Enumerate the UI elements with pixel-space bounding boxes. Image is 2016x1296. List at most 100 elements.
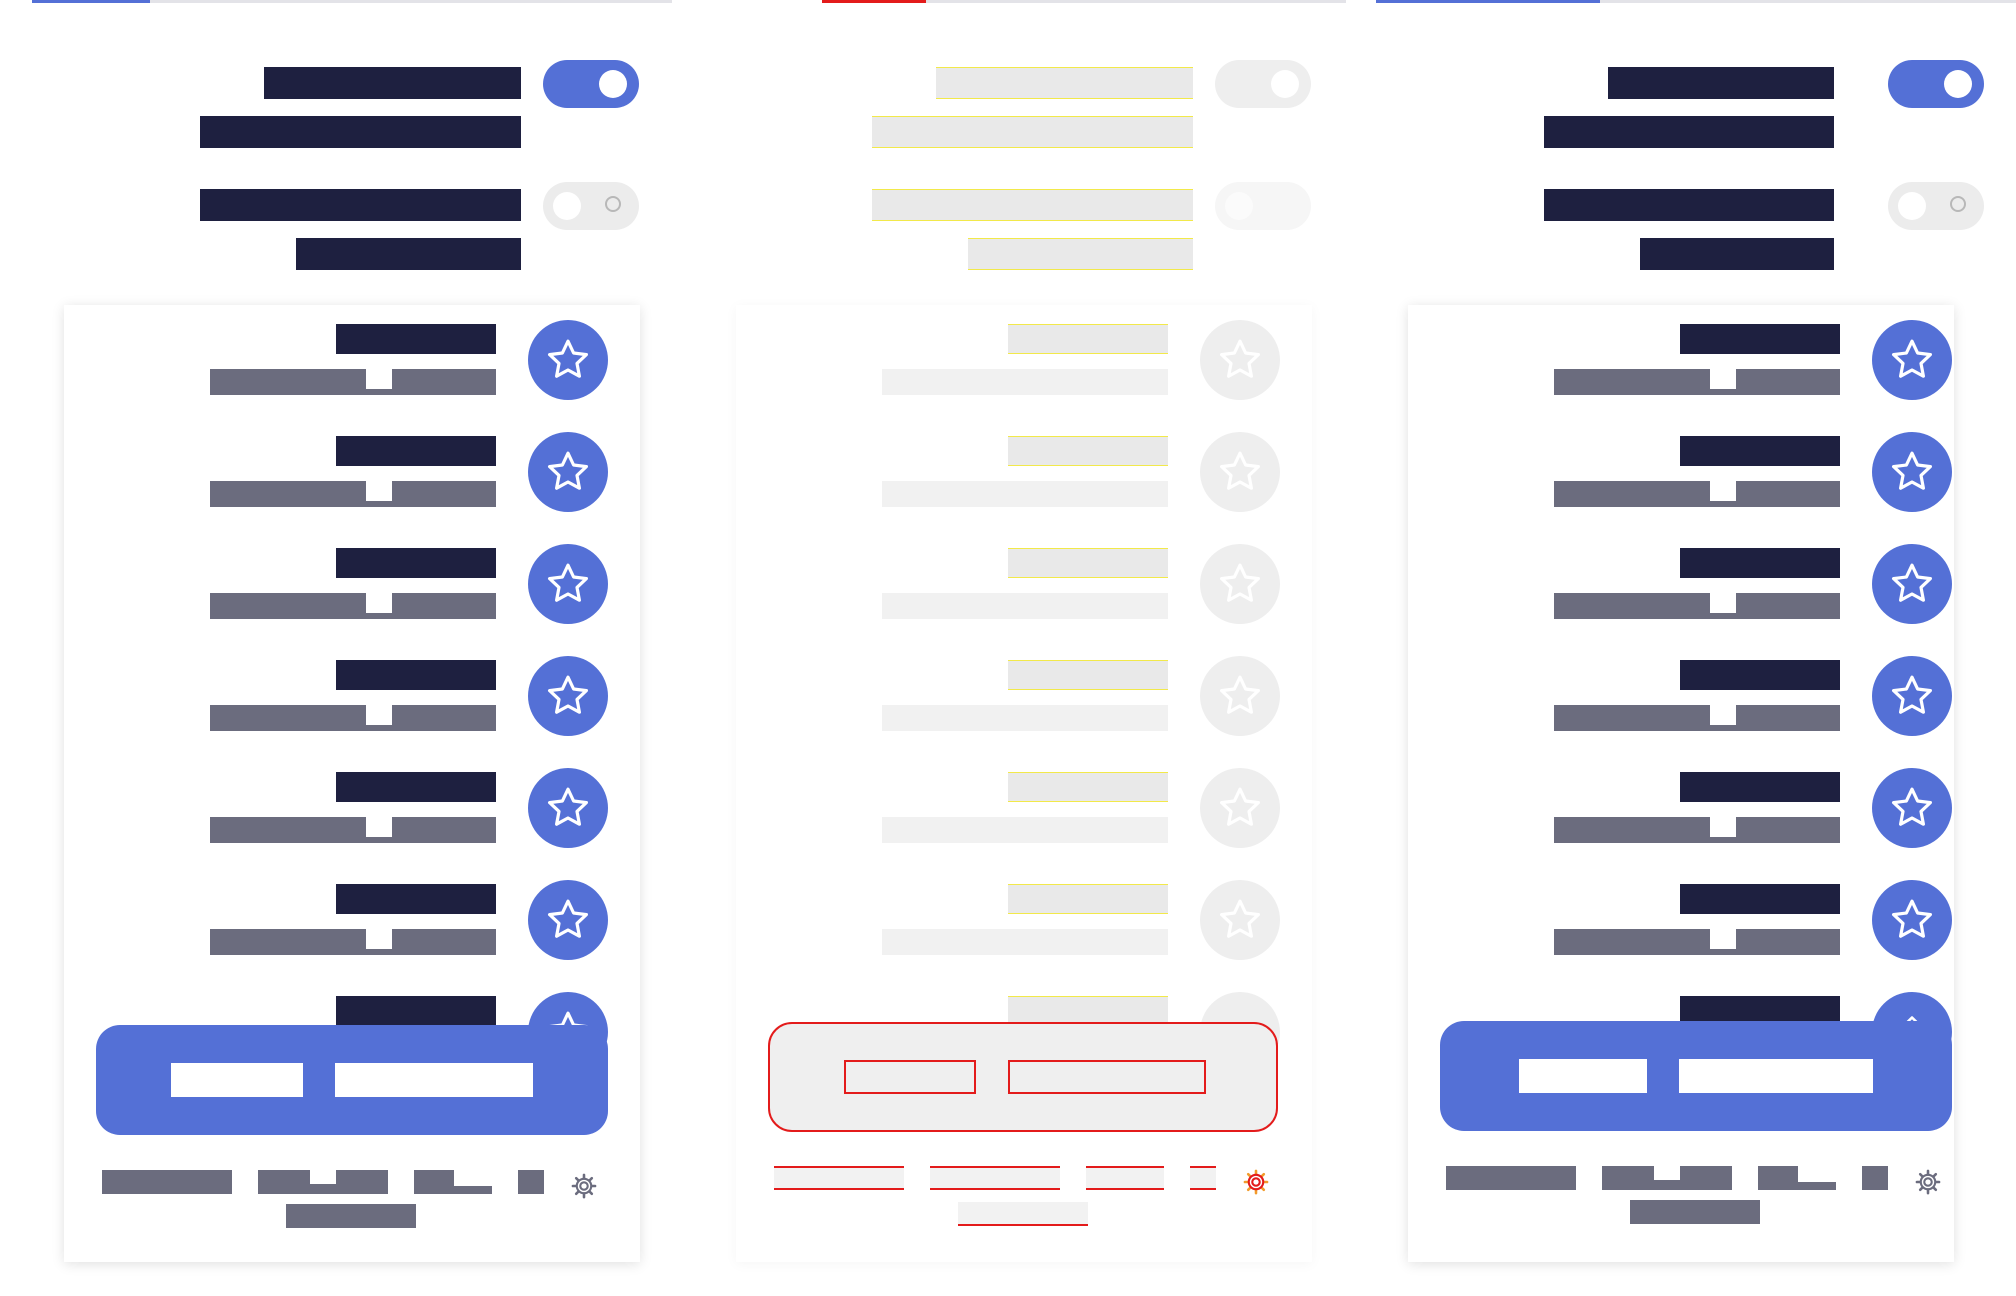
item-subtitle — [1554, 705, 1840, 731]
settings-button[interactable] — [1242, 1168, 1270, 1196]
toggle-switch-off[interactable] — [543, 182, 639, 230]
star-icon — [1892, 787, 1932, 826]
footer-link[interactable] — [1190, 1166, 1216, 1190]
footer-link[interactable] — [930, 1166, 1060, 1190]
star-icon — [1220, 675, 1260, 714]
favorite-button[interactable] — [528, 656, 608, 736]
top-divider — [926, 0, 1346, 3]
button-label-part-1 — [844, 1060, 976, 1094]
subtitle-gap — [1710, 817, 1736, 837]
gear-icon — [1243, 1169, 1269, 1195]
footer-link[interactable] — [1446, 1166, 1576, 1190]
off-indicator-icon — [605, 196, 621, 212]
toggle-switch-off[interactable] — [1215, 182, 1311, 230]
top-tab-indicator — [822, 0, 926, 3]
favorite-button[interactable] — [1872, 768, 1952, 848]
favorite-button[interactable] — [528, 320, 608, 400]
star-icon — [1220, 451, 1260, 490]
favorite-button[interactable] — [528, 432, 608, 512]
item-title — [1008, 436, 1168, 466]
toggle-knob — [1271, 70, 1299, 98]
button-label-part-1 — [171, 1063, 303, 1097]
footer-link[interactable] — [1086, 1166, 1164, 1190]
setting-label-line-2 — [968, 238, 1193, 270]
setting-label-line-2 — [1544, 116, 1834, 148]
item-subtitle — [882, 705, 1168, 731]
star-icon — [1220, 899, 1260, 938]
primary-action-button[interactable] — [768, 1022, 1278, 1132]
off-indicator-icon — [1950, 196, 1966, 212]
toggle-knob — [599, 70, 627, 98]
item-subtitle — [882, 817, 1168, 843]
toggle-knob — [553, 192, 581, 220]
favorite-button[interactable] — [1200, 320, 1280, 400]
favorite-button[interactable] — [528, 544, 608, 624]
item-title — [336, 660, 496, 690]
item-subtitle — [210, 705, 496, 731]
footer-link[interactable] — [1862, 1166, 1888, 1190]
setting-label-line-1 — [200, 189, 521, 221]
item-title — [1008, 324, 1168, 354]
favorite-button[interactable] — [1872, 544, 1952, 624]
item-title — [1680, 772, 1840, 802]
star-icon — [1892, 899, 1932, 938]
favorite-button[interactable] — [1200, 656, 1280, 736]
setting-label-line-1 — [1608, 67, 1834, 99]
footer-link[interactable] — [102, 1170, 232, 1194]
star-icon — [1892, 451, 1932, 490]
footer-link[interactable] — [774, 1166, 904, 1190]
toggle-switch-on[interactable] — [1888, 60, 1984, 108]
footer-gap — [454, 1170, 492, 1186]
setting-label-line-1 — [936, 67, 1193, 99]
primary-action-button[interactable] — [1440, 1021, 1952, 1131]
setting-label-line-2 — [1640, 238, 1834, 270]
subtitle-gap — [1710, 929, 1736, 949]
favorite-button[interactable] — [1200, 544, 1280, 624]
footer-link[interactable] — [286, 1204, 416, 1228]
item-title — [336, 772, 496, 802]
item-subtitle — [210, 929, 496, 955]
item-title — [1680, 548, 1840, 578]
item-subtitle — [210, 369, 496, 395]
favorite-button[interactable] — [528, 768, 608, 848]
star-icon — [548, 451, 588, 490]
footer-link[interactable] — [958, 1202, 1088, 1226]
settings-button[interactable] — [1914, 1168, 1942, 1196]
setting-label-line-1 — [1544, 189, 1834, 221]
setting-label-line-2 — [872, 116, 1193, 148]
star-icon — [548, 899, 588, 938]
toggle-switch-on[interactable] — [1215, 60, 1311, 108]
star-icon — [548, 787, 588, 826]
item-subtitle — [882, 481, 1168, 507]
favorite-button[interactable] — [1200, 880, 1280, 960]
toggle-switch-on[interactable] — [543, 60, 639, 108]
favorite-button[interactable] — [1872, 320, 1952, 400]
favorite-button[interactable] — [528, 880, 608, 960]
star-icon — [548, 339, 588, 378]
favorite-button[interactable] — [1872, 432, 1952, 512]
variant-frame-default — [0, 0, 698, 1296]
favorite-button[interactable] — [1872, 880, 1952, 960]
item-title — [336, 436, 496, 466]
subtitle-gap — [1710, 481, 1736, 501]
item-subtitle — [210, 481, 496, 507]
item-subtitle — [1554, 817, 1840, 843]
settings-button[interactable] — [570, 1172, 598, 1200]
item-subtitle — [1554, 929, 1840, 955]
setting-label-line-2 — [200, 116, 521, 148]
item-subtitle — [882, 929, 1168, 955]
item-subtitle — [882, 369, 1168, 395]
favorite-button[interactable] — [1872, 656, 1952, 736]
toggle-knob — [1944, 70, 1972, 98]
setting-label-line-2 — [296, 238, 521, 270]
item-title — [1008, 548, 1168, 578]
footer-link[interactable] — [518, 1170, 544, 1194]
favorite-button[interactable] — [1200, 768, 1280, 848]
footer-link[interactable] — [1630, 1200, 1760, 1224]
top-tab-indicator — [1376, 0, 1600, 3]
star-icon — [1220, 339, 1260, 378]
primary-action-button[interactable] — [96, 1025, 608, 1135]
setting-label-line-1 — [264, 67, 521, 99]
favorite-button[interactable] — [1200, 432, 1280, 512]
toggle-switch-off[interactable] — [1888, 182, 1984, 230]
